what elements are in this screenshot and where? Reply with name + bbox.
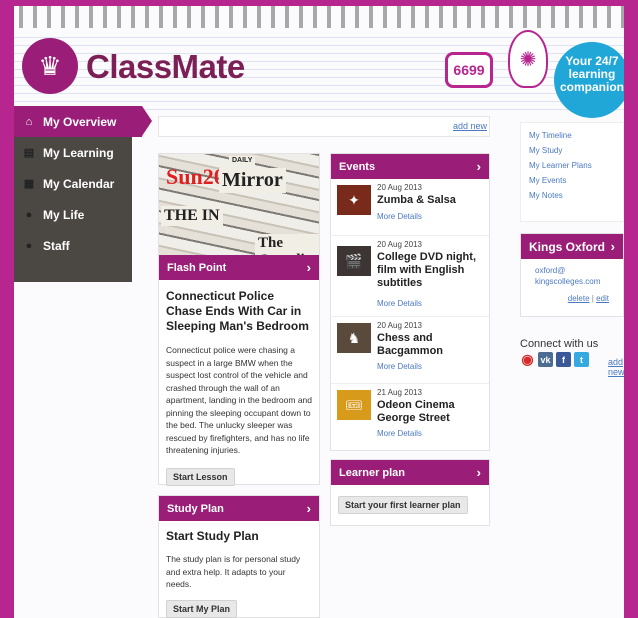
flash-point-card: Sun20 Mirror DAILY THE IN The Guardi Fla…: [158, 153, 320, 486]
classmate-logo-text[interactable]: ClassMate: [86, 48, 245, 86]
events-header[interactable]: Events ›: [331, 154, 489, 179]
home-icon: ⌂: [25, 115, 33, 128]
more-details-link[interactable]: More Details: [377, 299, 422, 308]
sidebar-item-my-calendar[interactable]: ▦ My Calendar: [14, 168, 132, 199]
event-title[interactable]: College DVD night, film with English sub…: [377, 251, 483, 290]
page: ♛ ClassMate 6699 ✺ Your 24/7 learning co…: [14, 6, 624, 618]
event-title[interactable]: Chess and Bacgammon: [377, 332, 483, 358]
chevron-right-icon: ›: [306, 501, 311, 516]
events-card: Events › ✦ 20 Aug 2013 Zumba & Salsa Mor…: [330, 153, 490, 451]
study-plan-header-label: Study Plan: [167, 502, 224, 515]
start-my-plan-button[interactable]: Start My Plan: [166, 599, 238, 618]
books-icon: ▤: [23, 147, 35, 159]
kings-oxford-header[interactable]: Kings Oxford ›: [521, 234, 623, 259]
separator: |: [591, 294, 594, 303]
sidebar: ⌂ My Overview ▤ My Learning ▦ My Calenda…: [14, 106, 152, 282]
study-plan-body: The study plan is for personal study and…: [166, 554, 301, 589]
start-lesson-button[interactable]: Start Lesson: [166, 467, 235, 486]
party-photo: ✦: [337, 185, 371, 215]
event-item[interactable]: 🎬 20 Aug 2013 College DVD night, film wi…: [331, 236, 489, 317]
newspaper-tag: THE IN: [161, 206, 223, 226]
vk-icon[interactable]: vk: [538, 352, 553, 367]
classmate-logo-icon[interactable]: ♛: [22, 38, 78, 94]
chevron-right-icon: ›: [476, 465, 481, 480]
event-item[interactable]: 🎟 21 Aug 2013 Odeon Cinema George Street…: [331, 384, 489, 452]
sidebar-item-label: Staff: [43, 238, 70, 253]
calendar-icon: ▦: [23, 178, 35, 190]
staff-icon: ●: [25, 239, 33, 252]
twitter-icon[interactable]: t: [574, 352, 589, 367]
my-events-link[interactable]: My Events: [529, 176, 623, 185]
kings-oxford-header-label: Kings Oxford: [529, 239, 606, 254]
study-plan-card: Study Plan › Start Study Plan The study …: [158, 495, 320, 618]
weibo-icon[interactable]: ◉: [520, 351, 535, 367]
flash-point-header[interactable]: Flash Point ›: [159, 255, 319, 280]
flash-point-title[interactable]: Connecticut Police Chase Ends With Car i…: [166, 289, 312, 334]
widget-add-bar: add new: [158, 116, 490, 137]
chevron-right-icon: ›: [476, 159, 481, 174]
delete-link[interactable]: delete: [568, 294, 590, 303]
my-links-panel: My Timeline My Study My Learner Plans My…: [520, 122, 624, 222]
my-timeline-link[interactable]: My Timeline: [529, 131, 623, 140]
sidebar-item-label: My Life: [43, 207, 85, 222]
learner-plan-header-label: Learner plan: [339, 466, 406, 479]
event-date: 21 Aug 2013: [377, 388, 422, 397]
sidebar-item-label: My Overview: [43, 114, 117, 129]
edit-link[interactable]: edit: [596, 294, 609, 303]
start-learner-plan-button[interactable]: Start your first learner plan: [338, 496, 468, 514]
chevron-right-icon: ›: [306, 260, 311, 275]
kings-actions: delete | edit: [521, 287, 623, 309]
sidebar-item-my-overview[interactable]: ⌂ My Overview: [14, 106, 152, 137]
more-details-link[interactable]: More Details: [377, 212, 422, 221]
newspaper-tag: DAILY: [229, 156, 256, 165]
film-photo: 🎬: [337, 246, 371, 276]
event-item[interactable]: ♞ 20 Aug 2013 Chess and Bacgammon More D…: [331, 317, 489, 384]
study-plan-header[interactable]: Study Plan ›: [159, 496, 319, 521]
sidebar-item-my-learning[interactable]: ▤ My Learning: [14, 137, 132, 168]
kings-oxford-card: Kings Oxford › oxford@ kingscolleges.com…: [520, 233, 624, 317]
learner-plan-header[interactable]: Learner plan ›: [331, 460, 489, 485]
quote-bubble-icon: 6699: [445, 52, 493, 88]
more-details-link[interactable]: More Details: [377, 429, 422, 438]
connect-add-new-link[interactable]: add new: [608, 357, 624, 377]
life-icon: ●: [25, 208, 33, 221]
add-new-link[interactable]: add new: [453, 121, 487, 131]
my-study-link[interactable]: My Study: [529, 146, 623, 155]
newspapers-photo: Sun20 Mirror DAILY THE IN The Guardi: [159, 154, 319, 255]
lightbulb-icon: ✺: [508, 30, 548, 88]
my-notes-link[interactable]: My Notes: [529, 191, 623, 200]
events-header-label: Events: [339, 160, 376, 173]
more-details-link[interactable]: More Details: [377, 362, 422, 371]
chevron-right-icon: ›: [610, 239, 615, 254]
event-item[interactable]: ✦ 20 Aug 2013 Zumba & Salsa More Details: [331, 179, 489, 236]
facebook-icon[interactable]: f: [556, 352, 571, 367]
flash-point-body: Connecticut police were chasing a suspec…: [166, 345, 313, 455]
event-date: 20 Aug 2013: [377, 183, 422, 192]
email-line-2: kingscolleges.com: [535, 277, 601, 286]
kings-email-link[interactable]: oxford@ kingscolleges.com: [521, 259, 623, 287]
companion-line-3: companion: [559, 80, 624, 94]
chess-photo: ♞: [337, 323, 371, 353]
companion-badge: Your 24/7 learning companion: [554, 42, 624, 118]
notebook-rings: [14, 6, 624, 28]
event-title[interactable]: Odeon Cinema George Street: [377, 399, 483, 425]
study-plan-title[interactable]: Start Study Plan: [166, 529, 312, 543]
event-date: 20 Aug 2013: [377, 321, 422, 330]
newspaper-tag: The Guardi: [255, 234, 319, 255]
my-learner-plans-link[interactable]: My Learner Plans: [529, 161, 623, 170]
tickets-photo: 🎟: [337, 390, 371, 420]
sidebar-item-label: My Calendar: [43, 176, 115, 191]
newspaper-tag: Mirror: [219, 168, 286, 193]
learner-plan-card: Learner plan › Start your first learner …: [330, 459, 490, 526]
flash-point-header-label: Flash Point: [167, 261, 227, 274]
sidebar-item-label: My Learning: [43, 145, 114, 160]
sidebar-item-staff[interactable]: ● Staff: [14, 230, 132, 261]
connect-label: Connect with us: [520, 338, 599, 350]
newspaper-tag: Sun20: [166, 164, 225, 189]
email-line-1: oxford@: [535, 266, 566, 275]
event-date: 20 Aug 2013: [377, 240, 422, 249]
event-title[interactable]: Zumba & Salsa: [377, 194, 483, 207]
sidebar-item-my-life[interactable]: ● My Life: [14, 199, 132, 230]
